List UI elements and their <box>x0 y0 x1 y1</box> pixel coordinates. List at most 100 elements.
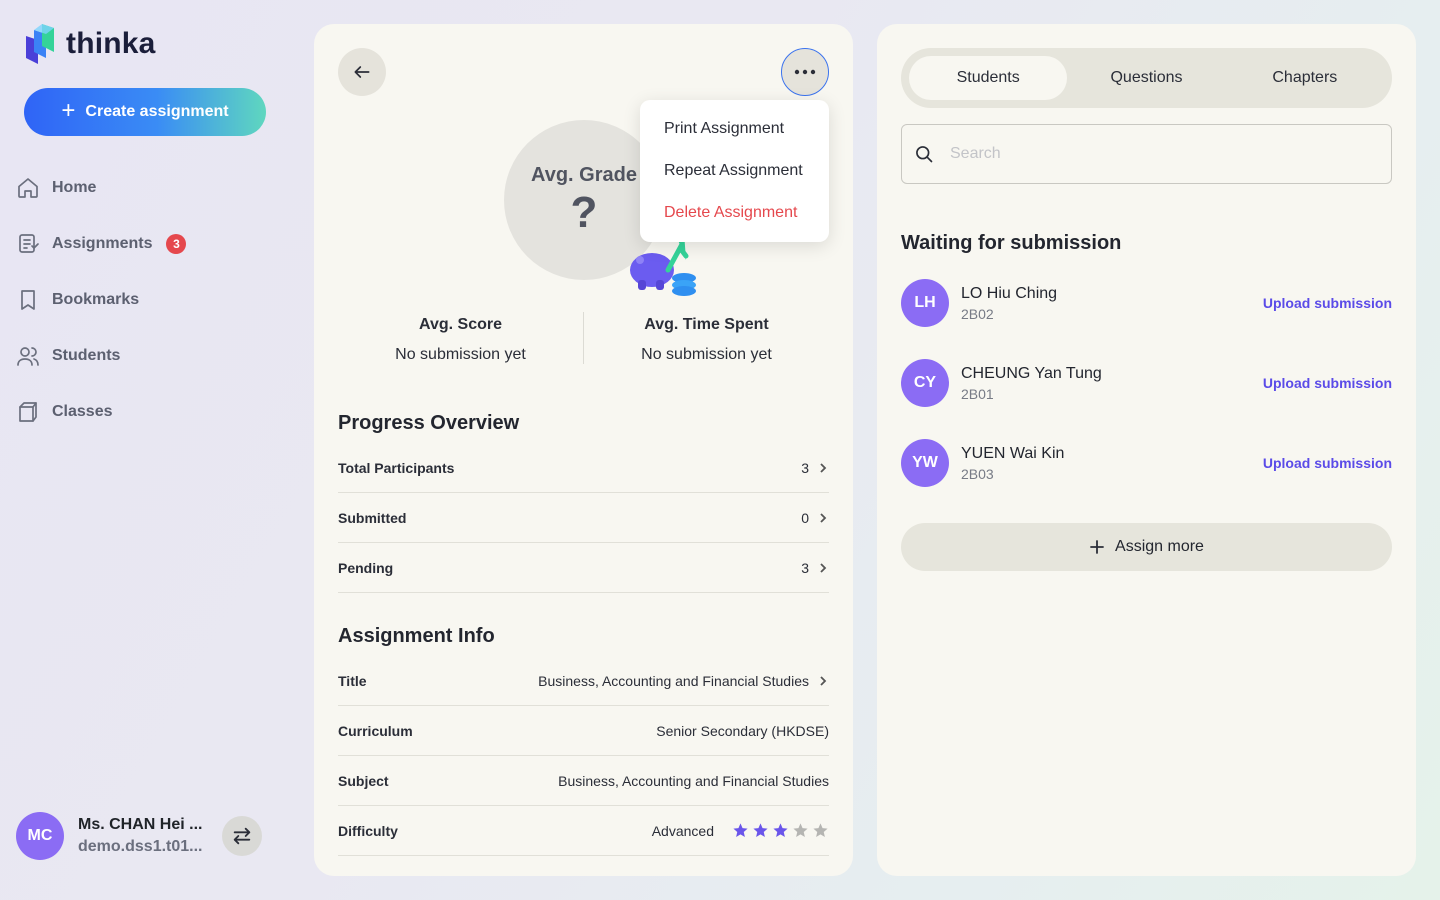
create-assignment-label: Create assignment <box>85 103 229 120</box>
row-label: Curriculum <box>338 722 413 739</box>
search-box <box>901 124 1392 184</box>
chevron-right-icon <box>820 512 827 523</box>
sidebar-item-home[interactable]: Home <box>16 160 276 216</box>
sidebar-item-label: Assignments <box>52 235 153 252</box>
student-info: CHEUNG Yan Tung 2B01 <box>961 365 1263 402</box>
students-icon <box>17 347 39 366</box>
profile-name: Ms. CHAN Hei ... <box>78 816 203 833</box>
row-right: 3 <box>801 560 829 576</box>
student-info: YUEN Wai Kin 2B03 <box>961 445 1263 482</box>
user-profile[interactable]: MC Ms. CHAN Hei ... demo.dss1.t01... <box>16 812 266 860</box>
student-class: 2B03 <box>961 465 994 482</box>
row-value: Business, Accounting and Financial Studi… <box>538 672 809 689</box>
student-class: 2B02 <box>961 305 994 322</box>
info-row-curriculum: Curriculum Senior Secondary (HKDSE) <box>338 706 829 756</box>
progress-row-pending[interactable]: Pending 3 <box>338 543 829 593</box>
waiting-title: Waiting for submission <box>901 232 1122 254</box>
students-panel: Students Questions Chapters Waiting for … <box>877 24 1416 876</box>
sidebar-item-assignments[interactable]: Assignments 3 <box>16 216 276 272</box>
profile-email: demo.dss1.t01... <box>78 838 203 855</box>
chevron-right-icon <box>820 675 827 686</box>
avg-time-label: Avg. Time Spent <box>644 316 769 333</box>
student-info: LO Hiu Ching 2B02 <box>961 285 1263 322</box>
upload-submission-link[interactable]: Upload submission <box>1263 455 1392 471</box>
assign-more-button[interactable]: Assign more <box>901 523 1392 571</box>
summary-stats: Avg. Score No submission yet Avg. Time S… <box>338 312 829 364</box>
student-name: YUEN Wai Kin <box>961 444 1065 462</box>
row-value: 3 <box>801 559 809 576</box>
sidebar-nav: Home Assignments 3 Bookmarks Students Cl… <box>16 160 276 440</box>
difficulty-stars <box>732 822 829 839</box>
sidebar-item-students[interactable]: Students <box>16 328 276 384</box>
row-value: Senior Secondary (HKDSE) <box>656 722 829 739</box>
avg-time-stat: Avg. Time Spent No submission yet <box>584 312 829 364</box>
row-label: Title <box>338 672 367 689</box>
avatar: LH <box>901 279 949 327</box>
plus-icon: + <box>61 97 76 124</box>
star-filled-icon <box>773 823 788 837</box>
star-empty-icon <box>793 823 808 837</box>
back-button[interactable] <box>338 48 386 96</box>
chevron-right-icon <box>820 562 827 573</box>
home-icon <box>18 178 38 198</box>
student-row: LH LO Hiu Ching 2B02 Upload submission <box>901 279 1392 327</box>
row-right: Business, Accounting and Financial Studi… <box>538 673 829 689</box>
swap-icon <box>233 827 251 845</box>
profile-text: Ms. CHAN Hei ... demo.dss1.t01... <box>78 816 206 856</box>
student-name: CHEUNG Yan Tung <box>961 364 1102 382</box>
row-right: 3 <box>801 460 829 476</box>
menu-item-delete[interactable]: Delete Assignment <box>640 192 829 234</box>
assignments-badge: 3 <box>166 234 187 254</box>
avg-score-stat: Avg. Score No submission yet <box>338 312 583 364</box>
row-label: Total Participants <box>338 459 455 476</box>
info-row-difficulty: Difficulty Advanced <box>338 806 829 856</box>
row-right: 0 <box>801 510 829 526</box>
plus-icon <box>1090 540 1104 554</box>
bookmark-icon <box>21 290 35 310</box>
tab-questions[interactable]: Questions <box>1067 56 1225 100</box>
more-horizontal-icon <box>794 69 816 75</box>
logo[interactable]: thinka <box>24 24 156 64</box>
progress-overview-title: Progress Overview <box>338 412 520 434</box>
student-class: 2B01 <box>961 385 994 402</box>
sidebar: thinka + Create assignment Home Assignme… <box>0 0 290 900</box>
info-row-title[interactable]: Title Business, Accounting and Financial… <box>338 656 829 706</box>
progress-row-submitted[interactable]: Submitted 0 <box>338 493 829 543</box>
student-row: CY CHEUNG Yan Tung 2B01 Upload submissio… <box>901 359 1392 407</box>
search-input[interactable] <box>950 145 1370 163</box>
row-value: Advanced <box>651 822 714 839</box>
star-filled-icon <box>733 823 748 837</box>
assign-more-label: Assign more <box>1115 538 1204 555</box>
info-row-next <box>338 856 829 876</box>
upload-submission-link[interactable]: Upload submission <box>1263 375 1392 391</box>
row-label: Difficulty <box>338 822 398 839</box>
classes-icon <box>19 402 37 422</box>
create-assignment-button[interactable]: + Create assignment <box>24 88 266 136</box>
sidebar-item-bookmarks[interactable]: Bookmarks <box>16 272 276 328</box>
menu-item-print[interactable]: Print Assignment <box>640 108 829 150</box>
brand-name: thinka <box>66 27 156 60</box>
panel-tabs: Students Questions Chapters <box>901 48 1392 108</box>
options-menu: Print Assignment Repeat Assignment Delet… <box>640 100 829 242</box>
row-right: Advanced <box>652 822 829 839</box>
arrow-left-icon <box>354 66 370 78</box>
tab-chapters[interactable]: Chapters <box>1226 56 1384 100</box>
student-row: YW YUEN Wai Kin 2B03 Upload submission <box>901 439 1392 487</box>
star-filled-icon <box>753 823 768 837</box>
row-value: 3 <box>801 459 809 476</box>
row-label: Submitted <box>338 509 407 526</box>
avatar: MC <box>16 812 64 860</box>
assignments-icon <box>19 234 39 253</box>
sidebar-item-label: Classes <box>52 403 113 420</box>
upload-submission-link[interactable]: Upload submission <box>1263 295 1392 311</box>
row-value: Business, Accounting and Financial Studi… <box>558 772 829 789</box>
sidebar-item-label: Home <box>52 179 97 196</box>
search-icon <box>916 146 933 163</box>
sidebar-item-classes[interactable]: Classes <box>16 384 276 440</box>
assignment-info-title: Assignment Info <box>338 625 495 647</box>
progress-row-total[interactable]: Total Participants 3 <box>338 443 829 493</box>
more-options-button[interactable] <box>781 48 829 96</box>
menu-item-repeat[interactable]: Repeat Assignment <box>640 150 829 192</box>
tab-students[interactable]: Students <box>909 56 1068 100</box>
switch-account-button[interactable] <box>222 816 262 856</box>
